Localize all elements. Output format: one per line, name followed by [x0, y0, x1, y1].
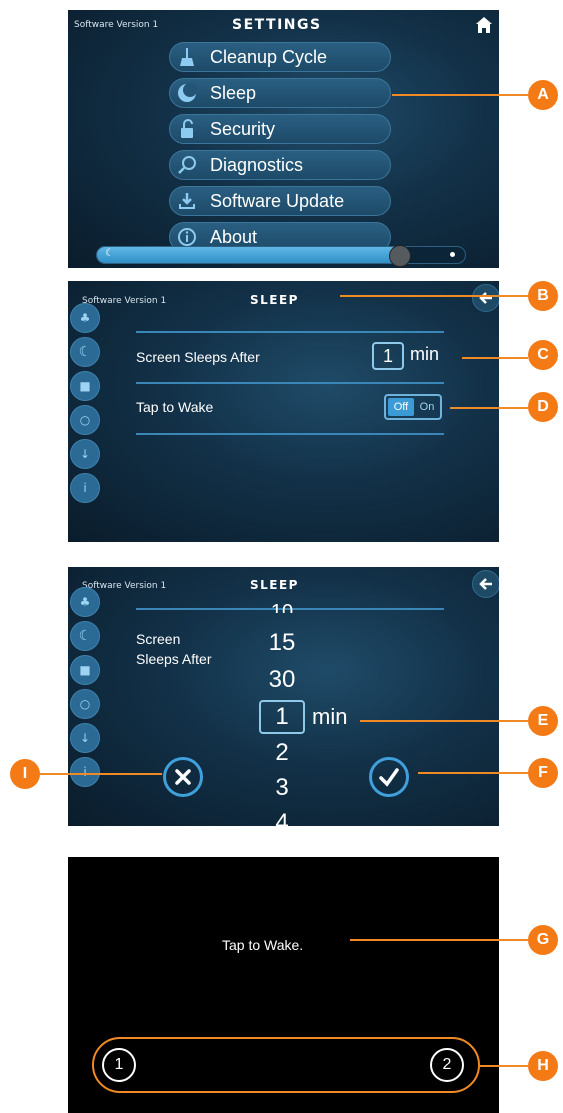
menu-item-diagnostics[interactable]: Diagnostics — [169, 150, 391, 180]
sleep-minutes-value[interactable]: 1 — [372, 342, 404, 370]
brightness-fill — [97, 247, 399, 263]
callout-h: H — [528, 1051, 558, 1081]
callout-line-i — [40, 773, 162, 775]
menu-item-security[interactable]: Security — [169, 114, 391, 144]
toggle-on-option[interactable]: On — [416, 398, 438, 416]
sidebar-update-icon[interactable]: ↓ — [70, 439, 100, 469]
tap-target-1[interactable]: 1 — [102, 1048, 136, 1082]
sidebar-about-icon[interactable]: i — [70, 473, 100, 503]
menu-item-label: Security — [210, 118, 276, 139]
callout-c: C — [528, 340, 558, 370]
picker-option-partial[interactable]: 4 — [252, 809, 312, 826]
sidebar-cleanup-icon[interactable]: ♣ — [70, 303, 100, 333]
sidebar-about-icon[interactable]: i — [70, 757, 100, 787]
menu-item-label: About — [210, 226, 258, 247]
callout-line-b — [340, 295, 528, 297]
close-icon — [175, 769, 191, 785]
sidebar-security-icon[interactable]: ■ — [70, 655, 100, 685]
sidebar-update-icon[interactable]: ↓ — [70, 723, 100, 753]
tap-to-wake-label: Tap to Wake — [136, 399, 214, 415]
sleep-screen: Software Version 1 SLEEP ♣ ☾ ■ ○ ↓ i Scr… — [68, 281, 499, 542]
callout-g: G — [528, 925, 558, 955]
sleep-picker-screen: Software Version 1 SLEEP ♣ ☾ ■ ○ ↓ i Scr… — [68, 567, 499, 826]
home-icon — [476, 17, 492, 33]
unit-label: min — [410, 344, 440, 364]
tap-target-area — [92, 1037, 480, 1093]
menu-item-label: Cleanup Cycle — [210, 46, 328, 67]
callout-line-f — [418, 772, 528, 774]
sidebar-security-icon[interactable]: ■ — [70, 371, 100, 401]
menu-item-software-update[interactable]: Software Update — [169, 186, 391, 216]
picker-option[interactable]: 3 — [252, 774, 312, 802]
page-title: SETTINGS — [232, 17, 322, 33]
picker-option[interactable]: 2 — [252, 739, 312, 767]
divider — [136, 331, 444, 333]
tap-to-wake-toggle[interactable]: Off On — [384, 394, 442, 420]
sidebar-diagnostics-icon[interactable]: ○ — [70, 405, 100, 435]
callout-line-h — [480, 1065, 528, 1067]
callout-a: A — [528, 80, 558, 110]
tap-target-2[interactable]: 2 — [430, 1048, 464, 1082]
callout-f: F — [528, 758, 558, 788]
back-button[interactable] — [472, 284, 499, 312]
back-arrow-icon — [479, 292, 492, 304]
wake-message: Tap to Wake. — [222, 937, 304, 953]
callout-e: E — [528, 706, 558, 736]
unit-label: min — [312, 704, 348, 729]
callout-line-e — [360, 720, 528, 722]
divider — [136, 433, 444, 435]
sidebar-sleep-icon[interactable]: ☾ — [70, 621, 100, 651]
sidebar-cleanup-icon[interactable]: ♣ — [70, 587, 100, 617]
sidebar-sleep-icon[interactable]: ☾ — [70, 337, 100, 367]
picker-option[interactable]: 30 — [252, 666, 312, 694]
moon-small-icon: ☾ — [105, 248, 114, 259]
picker-label-line2: Sleeps After — [136, 651, 212, 667]
callout-line-a — [392, 94, 528, 96]
callout-line-g — [350, 939, 528, 941]
callout-line-d — [450, 407, 528, 409]
callout-b: B — [528, 281, 558, 311]
screen-sleeps-label: Screen Sleeps After — [136, 349, 260, 365]
diagnostics-icon — [172, 150, 202, 180]
callout-d: D — [528, 392, 558, 422]
toggle-off-option[interactable]: Off — [388, 398, 414, 416]
tap-to-wake-screen: Tap to Wake. 1 2 — [68, 857, 499, 1113]
callout-line-c — [462, 357, 528, 359]
home-button[interactable] — [473, 14, 495, 36]
picker-option[interactable]: 15 — [252, 629, 312, 657]
page-title: SLEEP — [250, 578, 299, 592]
callout-i: I — [10, 759, 40, 789]
menu-item-sleep[interactable]: Sleep — [169, 78, 391, 108]
broom-icon — [172, 42, 202, 72]
sun-small-icon — [450, 252, 455, 257]
picker-label-line1: Screen — [136, 631, 181, 647]
picker-option-partial[interactable]: 10 — [252, 601, 312, 613]
lock-icon — [172, 114, 202, 144]
cancel-button[interactable] — [163, 757, 203, 797]
menu-item-label: Diagnostics — [210, 154, 304, 175]
sidebar-diagnostics-icon[interactable]: ○ — [70, 689, 100, 719]
menu-item-label: Software Update — [210, 190, 345, 211]
checkmark-icon — [379, 768, 399, 787]
page-title: SLEEP — [250, 293, 299, 307]
confirm-button[interactable] — [369, 757, 409, 797]
brightness-knob[interactable] — [388, 245, 411, 267]
moon-icon — [172, 78, 202, 108]
brightness-slider[interactable]: ☾ — [96, 245, 466, 267]
menu-item-label: Sleep — [210, 82, 257, 103]
divider — [136, 382, 444, 384]
back-button[interactable] — [472, 570, 499, 598]
download-icon — [172, 186, 202, 216]
picker-selected-value[interactable]: 1 — [259, 700, 305, 734]
back-arrow-icon — [479, 578, 492, 590]
software-version: Software Version 1 — [82, 296, 167, 306]
settings-screen: Software Version 1 SETTINGS Cleanup Cycl… — [68, 10, 499, 268]
software-version: Software Version 1 — [74, 20, 159, 30]
menu-item-cleanup-cycle[interactable]: Cleanup Cycle — [169, 42, 391, 72]
